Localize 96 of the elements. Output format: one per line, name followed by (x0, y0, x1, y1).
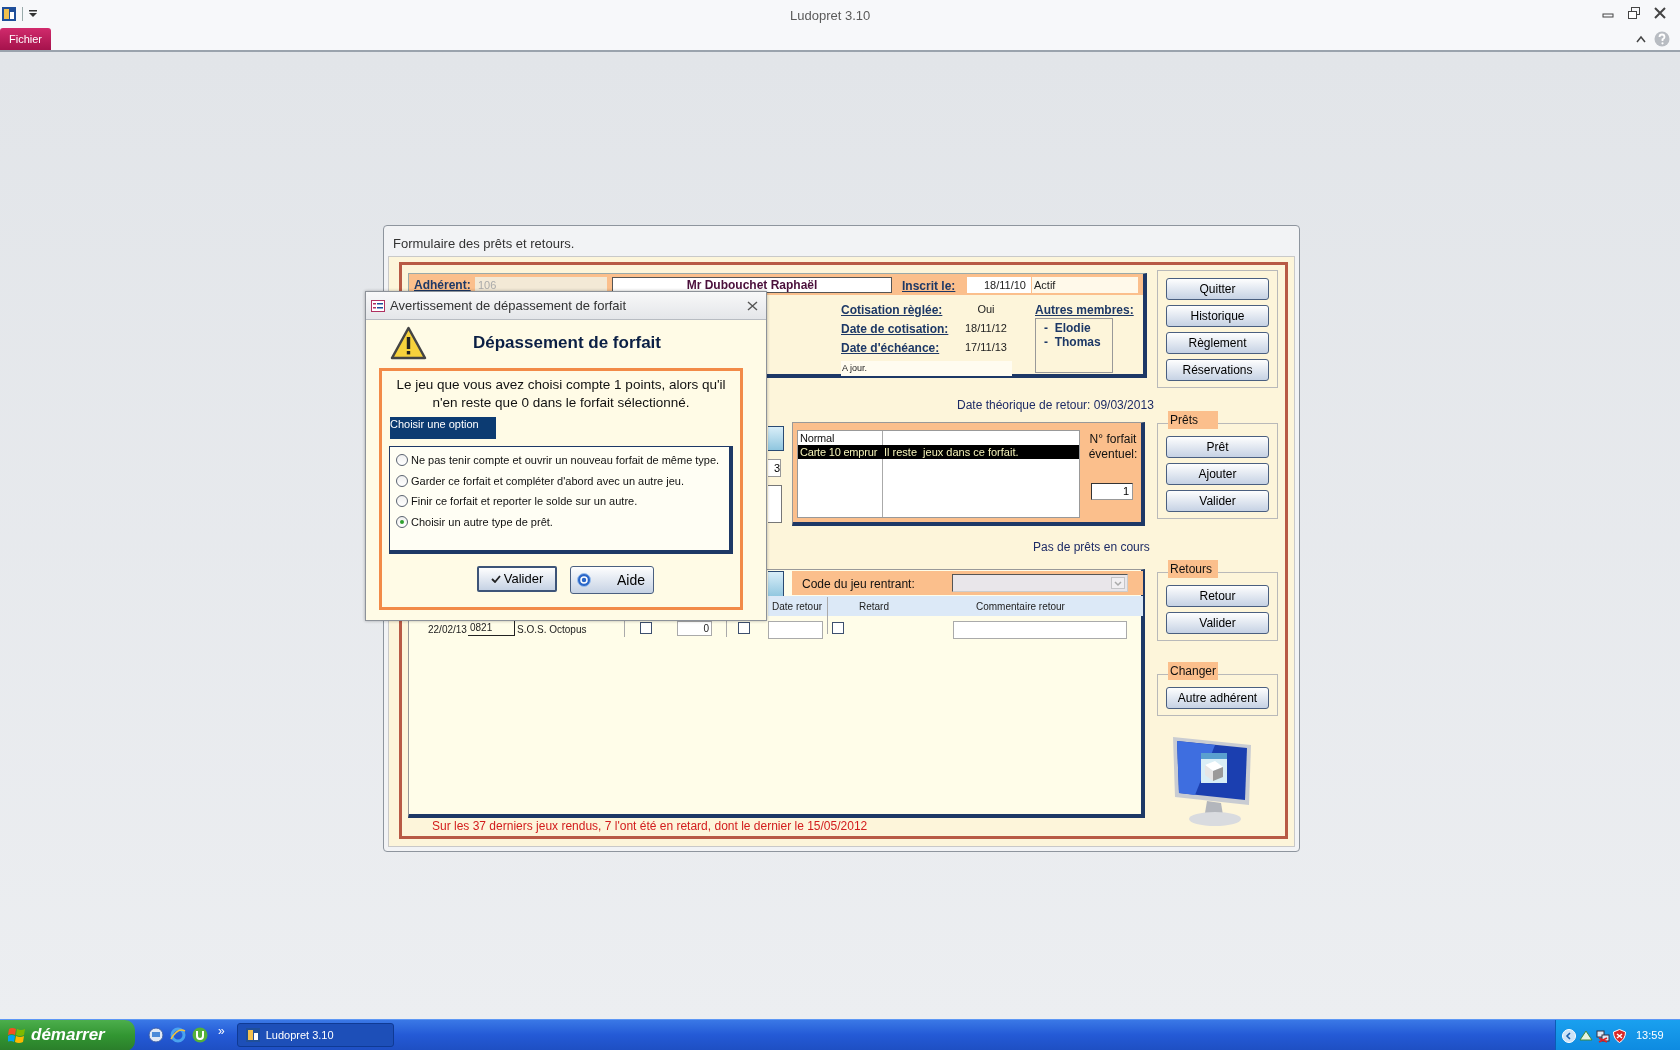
clock: 13:59 (1636, 1028, 1664, 1044)
form-title: Formulaire des prêts et retours. (393, 235, 575, 253)
column-header: Retard (859, 600, 889, 614)
shield-icon[interactable] (1613, 1028, 1626, 1043)
side-button[interactable]: Ajouter (1166, 463, 1269, 485)
validate-button[interactable]: Valider (477, 566, 557, 592)
loan-field-text: 3 (773, 460, 780, 476)
side-button[interactable]: Réservations (1166, 359, 1269, 381)
quick-access-dropdown-icon[interactable] (29, 10, 37, 18)
other-member[interactable]: - Thomas (1044, 335, 1112, 349)
taskbar-button[interactable]: Ludopret 3.10 (236, 1023, 394, 1047)
field-label: Cotisation règlée: (841, 301, 944, 319)
option-label: Ne pas tenir compte et ouvrir un nouveau forfait de même type. (411, 453, 720, 468)
radio-button[interactable] (396, 515, 408, 528)
return-button[interactable] (768, 571, 784, 598)
comment-field[interactable] (953, 621, 1127, 639)
field-value: 18/11/12 (964, 321, 1008, 337)
help-button[interactable]: Aide (570, 566, 654, 594)
count-value: 0 (703, 622, 709, 636)
form-icon (371, 299, 385, 312)
close-icon[interactable] (747, 300, 758, 311)
start-label: démarrer (31, 1024, 105, 1047)
windows-flag-icon (8, 1026, 26, 1044)
torrent-icon[interactable] (192, 1027, 208, 1043)
side-button[interactable]: Valider (1166, 490, 1269, 512)
checkbox[interactable] (640, 622, 652, 634)
radio-button[interactable] (396, 474, 408, 487)
member-note: A jour. (842, 361, 868, 375)
field-value: 17/11/13 (964, 340, 1008, 356)
other-members-label: Autres membres: (1035, 302, 1134, 319)
dialog-title: Avertissement de dépassement de forfait (390, 296, 627, 315)
plan-list[interactable]: Normal Carte 10 emprur Il reste jeux dans ce forfait. (797, 430, 1080, 518)
option-label: Choisir un autre type de prêt. (411, 514, 553, 530)
options-label: Choisir une option (390, 417, 496, 439)
count-field[interactable]: 0 (677, 621, 712, 636)
start-button[interactable]: démarrer (0, 1019, 135, 1050)
app-icon (245, 1028, 260, 1042)
app-icon[interactable] (2, 7, 16, 21)
more-icons-chevron[interactable]: » (218, 1022, 225, 1040)
plan-number: 1 (1122, 484, 1129, 500)
window-title: Ludopret 3.10 (790, 7, 871, 25)
column-header: Date retour (772, 600, 823, 614)
group-title: Prêts (1168, 411, 1218, 429)
desktop-icon[interactable] (148, 1027, 164, 1043)
dialog-message: Le jeu que vous avez choisi compte 1 points, alors qu'il n'en reste que 0 dans le forfait sélectionné. (395, 376, 727, 412)
loan-memo-field (768, 485, 782, 523)
side-button[interactable]: Retour (1166, 585, 1269, 607)
close-icon[interactable] (1654, 7, 1666, 19)
side-button[interactable]: Valider (1166, 612, 1269, 634)
field-label: Date d'échéance: (841, 339, 941, 357)
group-title: Changer (1168, 662, 1218, 680)
game-title: S.O.S. Octopus (517, 623, 587, 637)
return-date-field[interactable] (768, 621, 823, 639)
side-button[interactable]: Autre adhérent (1166, 687, 1269, 709)
loan-button[interactable] (768, 426, 784, 451)
side-button[interactable]: Historique (1166, 305, 1269, 327)
file-tab[interactable]: Fichier (0, 28, 51, 50)
loan-date: 22/02/13 (428, 623, 467, 637)
group-title: Retours (1168, 560, 1218, 578)
late-history-note: Sur les 37 derniers jeux rendus, 7 l'ont été en retard, dont le dernier le 15/05/2012 (432, 818, 868, 835)
return-date: Date théorique de retour: 09/03/2013 (957, 397, 1154, 414)
plan-row[interactable]: Carte 10 emprur Il reste jeux dans ce forfait. (798, 445, 1079, 459)
radio-button[interactable] (396, 454, 408, 467)
check-icon (490, 575, 501, 583)
option-label: Finir ce forfait et reporter le solde sur un autre. (411, 494, 638, 509)
member-label: Adhérent: (414, 277, 471, 294)
return-code-label: Code du jeu rentrant: (802, 576, 915, 593)
member-name: Mr Dubouchet Raphaël (686, 277, 818, 294)
side-button[interactable]: Quitter (1166, 278, 1269, 300)
registered-date: 18/11/10 (984, 277, 1026, 293)
radio-button[interactable] (396, 495, 408, 508)
other-member[interactable]: - Elodie (1044, 321, 1112, 335)
side-button[interactable]: Prêt (1166, 436, 1269, 458)
field-value: Oui (976, 302, 996, 318)
side-button[interactable]: Règlement (1166, 332, 1269, 354)
collapse-ribbon-icon[interactable] (1636, 35, 1646, 43)
registered-label: Inscrit le: (902, 278, 956, 295)
checkbox[interactable] (832, 622, 844, 634)
plan-row[interactable]: Normal (798, 431, 1079, 445)
member-number: 106 (478, 277, 497, 293)
help-icon (577, 573, 591, 587)
column-header: Commentaire retour (976, 600, 1065, 614)
dialog-heading: Dépassement de forfait (473, 332, 661, 355)
browser-icon[interactable] (170, 1027, 186, 1043)
warning-icon (390, 326, 427, 360)
return-code-combo[interactable] (952, 574, 1128, 592)
game-code: 0821 (470, 621, 493, 635)
field-label: Date de cotisation: (841, 320, 950, 338)
loans-status: Pas de prêts en cours (1033, 539, 1150, 556)
member-status: Actif (1034, 277, 1056, 293)
checkbox[interactable] (738, 622, 750, 634)
plan-number-field[interactable]: 1 (1091, 483, 1133, 500)
plan-number-label: N° forfait éventuel: (1087, 432, 1139, 462)
restore-icon[interactable] (1628, 7, 1640, 19)
network-icon[interactable] (1596, 1028, 1610, 1043)
option-label: Garder ce forfait et compléter d'abord avec un autre jeu. (411, 473, 684, 489)
